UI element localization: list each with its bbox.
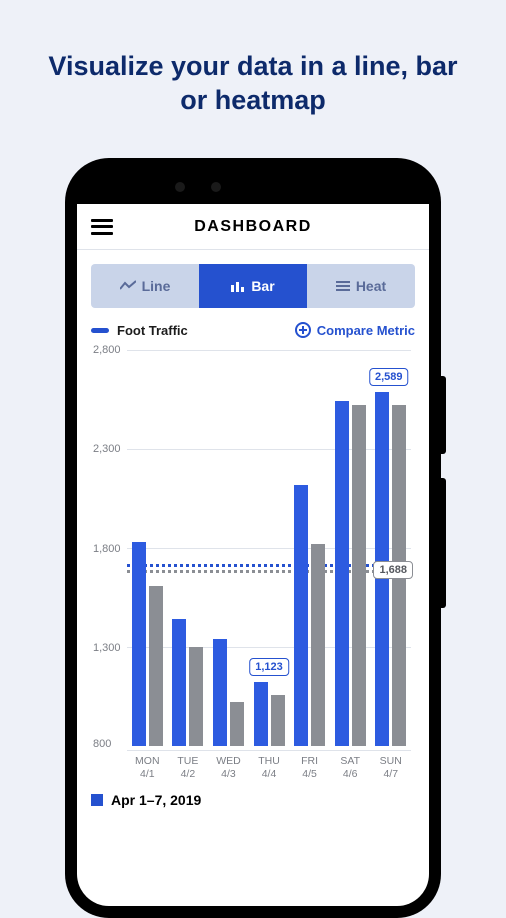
bar-secondary	[311, 544, 325, 746]
bar-group-mon	[127, 350, 168, 746]
tab-heat-label: Heat	[356, 278, 386, 294]
bar-primary	[335, 401, 349, 746]
callout-avg-secondary: 1,688	[373, 561, 413, 579]
bar-primary	[254, 682, 268, 746]
chart-type-segmented: Line Bar Heat	[91, 264, 415, 308]
x-axis: MON4/1 TUE4/2 WED4/3 THU4/4 FRI4/5 SAT4/…	[127, 750, 411, 784]
x-tick: TUE4/2	[168, 751, 209, 784]
date-range-footer: Apr 1–7, 2019	[91, 792, 415, 808]
app-header: DASHBOARD	[77, 204, 429, 250]
phone-screen: DASHBOARD Line Bar	[77, 204, 429, 906]
plus-circle-icon	[295, 322, 311, 338]
dashboard-content: Line Bar Heat Foot T	[77, 250, 429, 808]
bar-group-wed	[208, 350, 249, 746]
phone-volume-button	[441, 478, 446, 608]
bar-secondary	[149, 586, 163, 746]
bar-primary	[132, 542, 146, 746]
x-tick: THU4/4	[249, 751, 290, 784]
compare-label: Compare Metric	[317, 323, 415, 338]
x-tick: SAT4/6	[330, 751, 371, 784]
bar-secondary	[230, 702, 244, 746]
bar-secondary	[352, 405, 366, 746]
compare-metric-button[interactable]: Compare Metric	[295, 322, 415, 338]
heat-icon	[336, 281, 350, 291]
phone-power-button	[441, 376, 446, 454]
bar-group-thu: 1,123	[249, 350, 290, 746]
tab-bar[interactable]: Bar	[199, 264, 307, 308]
y-tick: 1,800	[93, 543, 121, 555]
x-tick: FRI4/5	[289, 751, 330, 784]
y-tick: 2,300	[93, 443, 121, 455]
bar-icon	[231, 280, 245, 292]
app-title: DASHBOARD	[91, 218, 415, 236]
tab-line[interactable]: Line	[91, 264, 199, 308]
bar-primary	[172, 619, 186, 746]
bar-group-fri	[289, 350, 330, 746]
tab-line-label: Line	[142, 278, 171, 294]
legend-primary: Foot Traffic	[91, 323, 188, 338]
legend-swatch-icon	[91, 328, 109, 333]
y-tick: 2,800	[93, 344, 121, 356]
date-swatch-icon	[91, 794, 103, 806]
tab-heat[interactable]: Heat	[307, 264, 415, 308]
bar-secondary	[271, 695, 285, 746]
phone-frame: DASHBOARD Line Bar	[65, 158, 441, 918]
bar-secondary	[189, 647, 203, 746]
date-range-label: Apr 1–7, 2019	[111, 792, 201, 808]
bar-primary	[213, 639, 227, 746]
tab-bar-label: Bar	[251, 278, 274, 294]
bar-group-tue	[168, 350, 209, 746]
y-tick: 1,300	[93, 642, 121, 654]
legend-row: Foot Traffic Compare Metric	[91, 322, 415, 338]
marketing-headline: Visualize your data in a line, bar or he…	[0, 0, 506, 148]
callout-thu: 1,123	[249, 658, 289, 676]
x-tick: SUN4/7	[370, 751, 411, 784]
bar-group-sat	[330, 350, 371, 746]
line-icon	[120, 280, 136, 292]
x-tick: MON4/1	[127, 751, 168, 784]
chart: 2,800 2,300 1,800 1,300 800	[91, 344, 415, 784]
bar-group-sun: 2,589	[370, 350, 411, 746]
y-tick: 800	[93, 738, 111, 750]
callout-sun: 2,589	[369, 368, 409, 386]
x-tick: WED4/3	[208, 751, 249, 784]
bar-primary	[294, 485, 308, 746]
plot-area: 1,123 2,589	[127, 350, 411, 746]
legend-primary-label: Foot Traffic	[117, 323, 188, 338]
